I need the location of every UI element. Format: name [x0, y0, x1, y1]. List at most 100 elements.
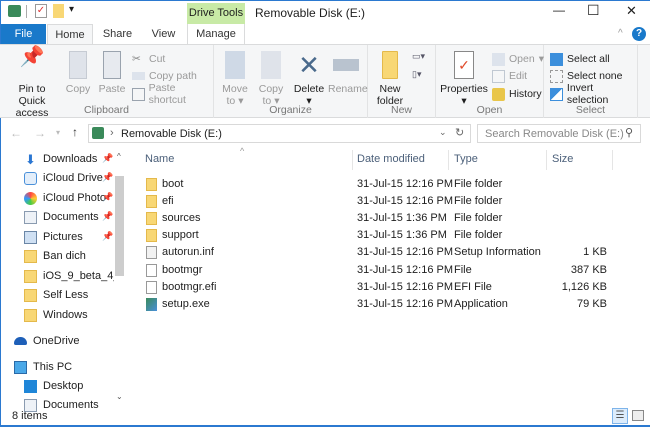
computer-icon [14, 360, 27, 374]
copy-button[interactable]: Copy [63, 51, 93, 95]
folder-icon [24, 249, 37, 263]
address-bar[interactable]: › Removable Disk (E:) ⌄ ↻ [88, 124, 471, 143]
delete-button[interactable]: ✕ Delete ▾ [292, 51, 326, 107]
documents-icon [24, 210, 37, 224]
select-all-button[interactable]: Select all [550, 51, 610, 67]
open-button[interactable]: Open ▾ [492, 51, 544, 67]
copy-path-icon [132, 72, 145, 80]
nav-item-label: This PC [33, 361, 73, 373]
large-icons-view-button[interactable] [632, 410, 644, 421]
select-group: Select all Select none Invert selection … [544, 45, 638, 118]
tab-file[interactable]: File [1, 24, 46, 44]
back-button[interactable]: ← [10, 126, 22, 140]
file-size: 387 KB [570, 263, 607, 276]
nav-scrollbar[interactable]: ^ ⌄ [114, 148, 126, 408]
forward-button[interactable]: → [34, 126, 46, 140]
easy-access-icon[interactable]: ▯▾ [412, 69, 421, 80]
scroll-up-icon[interactable]: ^ [117, 152, 121, 161]
nav-item[interactable]: Self Less [24, 286, 114, 304]
edit-button[interactable]: Edit [492, 68, 527, 84]
details-view-button[interactable]: ☰ [612, 408, 628, 424]
paste-button[interactable]: Paste [96, 51, 128, 95]
select-none-icon [550, 69, 563, 83]
customize-quick-access-button[interactable]: ▾ [69, 4, 74, 15]
open-group-label: Open [476, 104, 503, 116]
file-icon [146, 263, 157, 277]
scrollbar-thumb[interactable] [115, 176, 124, 276]
column-header-name[interactable]: Name [145, 153, 174, 165]
column-divider[interactable] [612, 150, 613, 170]
tab-share[interactable]: Share [95, 24, 140, 44]
file-row[interactable]: bootmgr 31-Jul-15 12:16 PM File 387 KB [140, 262, 610, 279]
file-type: File folder [454, 212, 503, 225]
copy-to-button[interactable]: Copy to ▾ [254, 51, 288, 107]
collapse-ribbon-icon[interactable]: ^ [618, 28, 623, 39]
nav-item[interactable]: OneDrive [14, 332, 104, 350]
new-folder-button[interactable]: New folder [372, 51, 408, 107]
file-row[interactable]: support 31-Jul-15 1:36 PM File folder [140, 227, 610, 244]
file-type: Setup Information [454, 246, 541, 259]
search-box[interactable]: Search Removable Disk (E:) ⚲ [477, 124, 641, 143]
column-header-date[interactable]: Date modified [357, 153, 425, 165]
invert-selection-button[interactable]: Invert selection [550, 82, 637, 106]
pin-icon[interactable]: 📌 [102, 153, 113, 164]
nav-item[interactable]: iCloud Drive [24, 169, 114, 187]
nav-item[interactable]: iCloud Photo [24, 189, 114, 207]
nav-item[interactable]: Ban dich [24, 247, 114, 265]
select-all-icon [550, 52, 563, 66]
column-header-size[interactable]: Size [552, 153, 573, 165]
file-row[interactable]: autorun.inf 31-Jul-15 12:16 PM Setup Infor… [140, 244, 610, 261]
file-date: 31-Jul-15 12:16 PM [357, 246, 453, 259]
tab-home[interactable]: Home [47, 24, 93, 45]
file-type: File folder [454, 195, 503, 208]
new-item-icon[interactable]: ▭▾ [412, 51, 425, 62]
breadcrumb-separator-icon: › [110, 127, 114, 139]
breadcrumb-removable-disk[interactable]: Removable Disk (E:) [121, 128, 222, 140]
pin-icon[interactable]: 📌 [102, 231, 113, 242]
nav-item[interactable]: Documents [24, 208, 114, 226]
nav-item[interactable]: Pictures [24, 228, 114, 246]
column-divider[interactable] [448, 150, 449, 170]
close-button[interactable]: ✕ [626, 3, 637, 19]
search-input[interactable]: Search Removable Disk (E:) [485, 128, 624, 140]
move-to-button[interactable]: Move to ▾ [218, 51, 252, 107]
nav-item[interactable]: This PC [14, 358, 104, 376]
recent-locations-button[interactable]: ▾ [56, 128, 60, 137]
column-divider[interactable] [546, 150, 547, 170]
pin-icon[interactable]: 📌 [102, 172, 113, 183]
column-divider[interactable] [352, 150, 353, 170]
new-folder-quick-icon[interactable] [53, 4, 64, 18]
open-group: ✓ Properties ▾ Open ▾ Edit History Open [436, 45, 544, 118]
file-type: EFI File [454, 280, 492, 293]
properties-quick-icon[interactable]: ✓ [35, 4, 47, 18]
file-row[interactable]: boot 31-Jul-15 12:16 PM File folder [140, 176, 610, 193]
properties-button[interactable]: ✓ Properties ▾ [440, 51, 488, 107]
address-dropdown-icon[interactable]: ⌄ [439, 127, 447, 138]
cut-button[interactable]: ✂ Cut [132, 51, 165, 67]
file-row[interactable]: bootmgr.efi 31-Jul-15 12:16 PM EFI File 1,1… [140, 279, 610, 296]
pin-icon[interactable]: 📌 [102, 192, 113, 203]
history-button[interactable]: History [492, 86, 542, 102]
file-row[interactable]: sources 31-Jul-15 1:36 PM File folder [140, 210, 610, 227]
nav-item[interactable]: Desktop [24, 377, 114, 395]
rename-button[interactable]: Rename [328, 51, 368, 95]
column-header-type[interactable]: Type [454, 153, 478, 165]
nav-item[interactable]: ⬇ Downloads [24, 150, 114, 168]
pin-icon[interactable]: 📌 [102, 211, 113, 222]
help-icon[interactable]: ? [632, 27, 646, 41]
refresh-icon[interactable]: ↻ [455, 126, 464, 139]
minimize-button[interactable]: — [553, 3, 565, 17]
file-row[interactable]: efi 31-Jul-15 12:16 PM File folder [140, 193, 610, 210]
nav-item[interactable]: iOS_9_beta_4__iP [24, 267, 114, 285]
paste-shortcut-button[interactable]: Paste shortcut [132, 82, 213, 106]
up-button[interactable]: ↑ [72, 125, 78, 139]
file-type: Application [454, 297, 508, 310]
tab-view[interactable]: View [140, 24, 187, 44]
nav-item[interactable]: Windows [24, 306, 114, 324]
nav-item-label: OneDrive [33, 335, 80, 347]
scroll-down-icon[interactable]: ⌄ [116, 392, 123, 401]
tab-manage[interactable]: Manage [187, 24, 245, 44]
maximize-button[interactable]: ☐ [587, 2, 600, 19]
nav-item-label: Ban dich [43, 250, 86, 262]
file-row[interactable]: setup.exe 31-Jul-15 12:16 PM Application 79… [140, 296, 610, 313]
